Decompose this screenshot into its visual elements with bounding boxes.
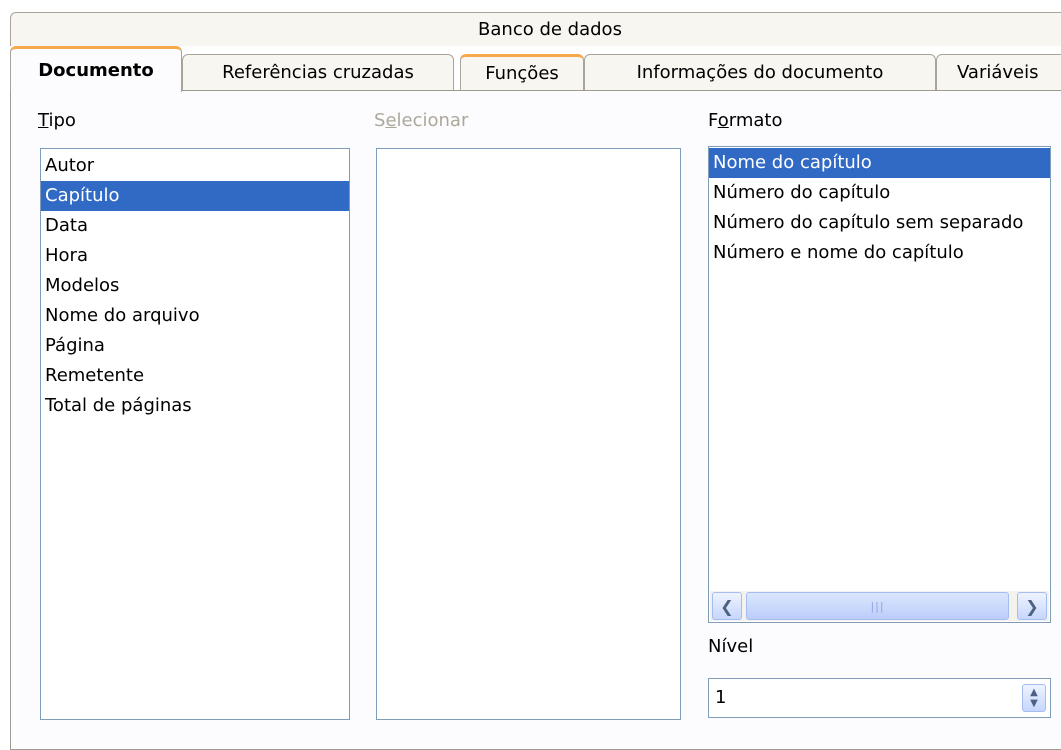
tab-label: Funções (485, 63, 559, 84)
formato-label: Formato (708, 110, 783, 131)
list-item[interactable]: Modelos (41, 271, 349, 301)
nivel-label: Nível (708, 636, 754, 657)
tab-banco-de-dados[interactable]: Banco de dados (10, 12, 1061, 46)
scroll-grip-icon: ||| (870, 599, 885, 613)
nivel-spinfield[interactable]: 1 ▲ ▼ (708, 678, 1051, 718)
list-item[interactable]: Capítulo (41, 181, 349, 211)
tab-funcoes[interactable]: Funções (460, 54, 584, 90)
tab-label: Documento (38, 60, 154, 81)
horizontal-scrollbar[interactable]: ❮ ||| ❯ (710, 591, 1049, 621)
tipo-listbox[interactable]: Autor Capítulo Data Hora Modelos Nome do… (40, 148, 350, 720)
list-item[interactable]: Autor (41, 151, 349, 181)
tab-label: Referências cruzadas (222, 62, 414, 83)
list-item[interactable]: Data (41, 211, 349, 241)
tab-informacoes-do-documento[interactable]: Informações do documento (584, 54, 936, 90)
nivel-value[interactable]: 1 (715, 679, 726, 717)
scrollbar-thumb[interactable]: ||| (746, 592, 1009, 620)
list-item[interactable]: Total de páginas (41, 391, 349, 421)
selecionar-listbox[interactable] (376, 148, 681, 720)
list-item[interactable]: Número do capítulo (709, 178, 1050, 208)
spin-updown-icon[interactable]: ▲ ▼ (1022, 684, 1046, 712)
list-item[interactable]: Nome do arquivo (41, 301, 349, 331)
tab-variaveis[interactable]: Variáveis (936, 54, 1061, 90)
chevron-left-icon[interactable]: ❮ (712, 592, 742, 620)
list-item[interactable]: Nome do capítulo (709, 148, 1050, 178)
list-item[interactable]: Remetente (41, 361, 349, 391)
list-item[interactable]: Número do capítulo sem separado (709, 208, 1050, 238)
list-item[interactable]: Número e nome do capítulo (709, 238, 1050, 268)
selecionar-label: Selecionar (374, 110, 469, 131)
tipo-label: Tipo (38, 110, 76, 131)
tab-label: Banco de dados (478, 19, 622, 40)
tab-referencias-cruzadas[interactable]: Referências cruzadas (182, 54, 454, 90)
formato-listbox[interactable]: Nome do capítulo Número do capítulo Núme… (708, 146, 1051, 623)
tab-documento[interactable]: Documento (10, 46, 182, 92)
list-item[interactable]: Hora (41, 241, 349, 271)
list-item[interactable]: Página (41, 331, 349, 361)
tab-label: Variáveis (957, 62, 1039, 83)
chevron-right-icon[interactable]: ❯ (1017, 592, 1047, 620)
tab-content-pane: Tipo Autor Capítulo Data Hora Modelos No… (10, 90, 1061, 750)
tab-label: Informações do documento (636, 62, 884, 83)
